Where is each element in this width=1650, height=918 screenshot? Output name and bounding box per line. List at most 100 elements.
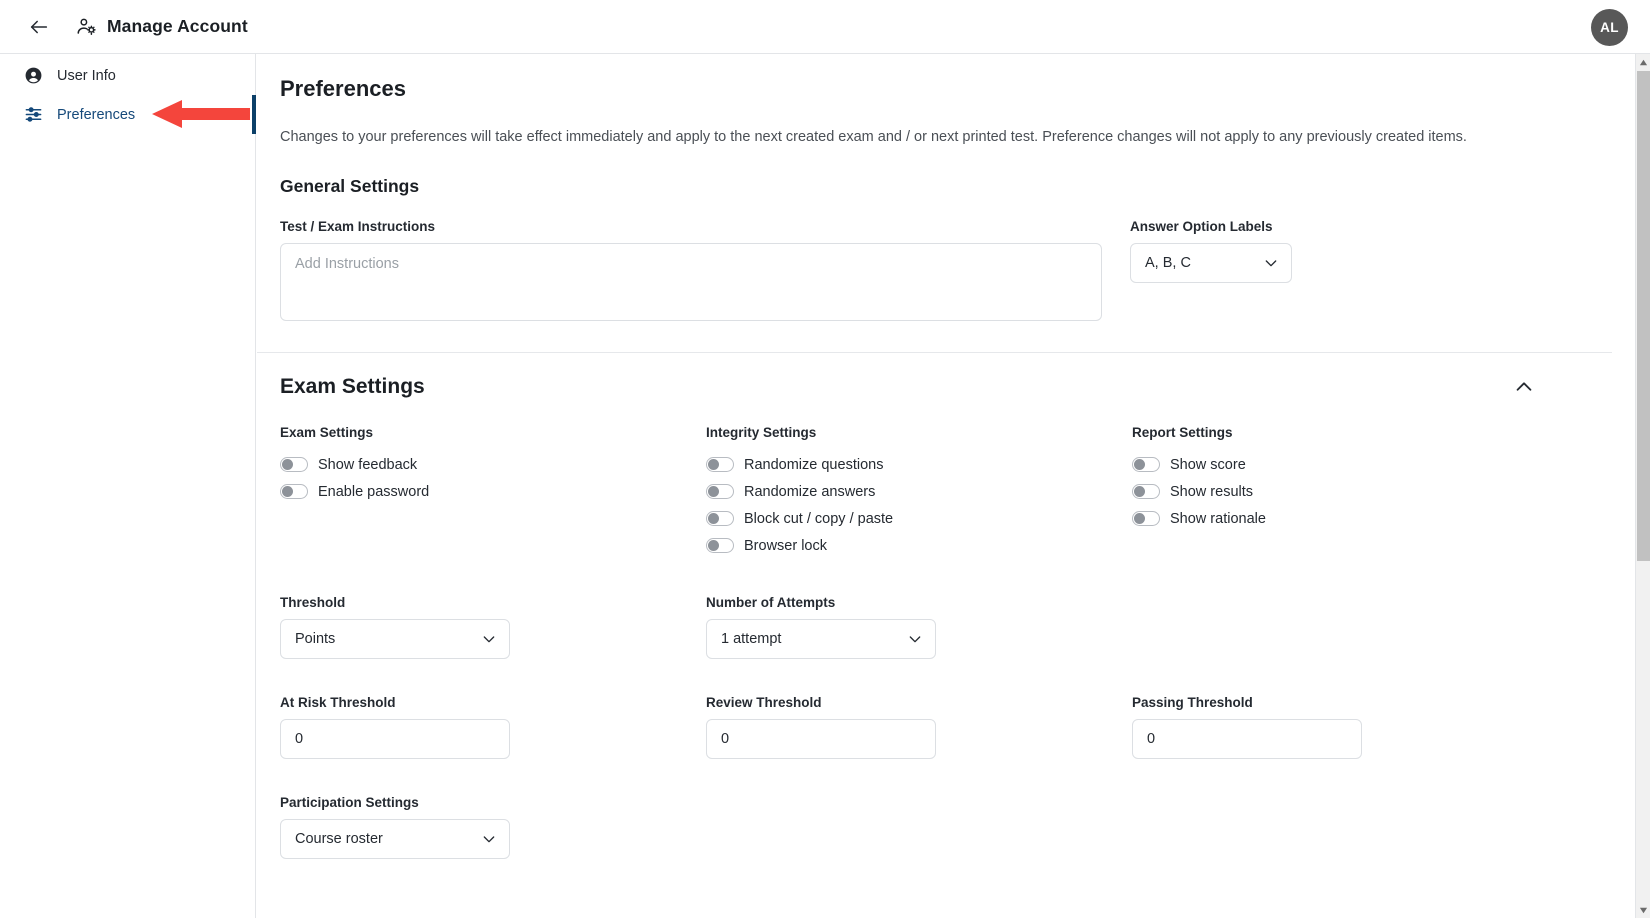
threshold-label: Threshold (280, 595, 346, 610)
toggle-label: Enable password (318, 483, 430, 500)
toggle-group-report-settings: Report Settings Show score Show results … (1132, 425, 1558, 559)
toggle-group-exam-settings: Exam Settings Show feedback Enable passw… (280, 425, 706, 559)
preferences-heading: Preferences (280, 76, 406, 101)
vertical-scrollbar[interactable] (1635, 54, 1650, 918)
toggle-block-cut-copy-paste[interactable]: Block cut / copy / paste (706, 505, 1132, 532)
toggle-label: Show feedback (318, 456, 418, 473)
toggle-label: Show rationale (1170, 510, 1266, 527)
passing-label: Passing Threshold (1132, 695, 1253, 710)
general-settings-heading: General Settings (280, 176, 420, 196)
chevron-down-icon (909, 636, 921, 643)
toggle-label: Randomize questions (744, 456, 884, 473)
toggle-group-integrity-settings: Integrity Settings Randomize questions R… (706, 425, 1132, 559)
toggle-switch[interactable] (1132, 484, 1160, 499)
toggle-randomize-answers[interactable]: Randomize answers (706, 478, 1132, 505)
group-title: Integrity Settings (706, 425, 817, 440)
toggle-switch[interactable] (706, 511, 734, 526)
review-label: Review Threshold (706, 695, 822, 710)
avatar-initials: AL (1600, 20, 1619, 35)
attempts-select[interactable]: 1 attempt (706, 619, 936, 659)
avatar[interactable]: AL (1591, 9, 1628, 46)
answer-labels-value: A, B, C (1145, 255, 1191, 271)
chevron-down-icon (1265, 260, 1277, 267)
chevron-down-icon (483, 836, 495, 843)
toggle-switch[interactable] (1132, 457, 1160, 472)
sidebar-item-label: User Info (57, 67, 116, 84)
attempts-label: Number of Attempts (706, 595, 836, 610)
toggle-show-rationale[interactable]: Show rationale (1132, 505, 1558, 532)
exam-settings-header: Exam Settings (280, 375, 1535, 399)
toggle-switch[interactable] (706, 484, 734, 499)
preferences-intro: Changes to your preferences will take ef… (280, 129, 1467, 145)
triangle-up-icon (1639, 59, 1648, 65)
exam-settings-collapse-button[interactable] (1513, 376, 1535, 398)
toggle-show-feedback[interactable]: Show feedback (280, 451, 706, 478)
at-risk-input[interactable] (280, 719, 510, 759)
toggle-groups-row: Exam Settings Show feedback Enable passw… (280, 425, 1635, 559)
answer-labels-select[interactable]: A, B, C (1130, 243, 1292, 283)
triangle-down-icon (1639, 907, 1648, 913)
review-field-group: Review Threshold (706, 695, 1132, 759)
sidebar-item-label: Preferences (57, 106, 136, 123)
participation-row: Participation Settings Course roster (280, 795, 1635, 859)
scroll-up-button[interactable] (1636, 54, 1650, 70)
general-settings-row: Test / Exam Instructions Answer Option L… (280, 219, 1635, 326)
toggle-switch[interactable] (706, 538, 734, 553)
user-circle-icon (25, 67, 42, 84)
page-title-group: Manage Account (76, 16, 248, 37)
toggle-browser-lock[interactable]: Browser lock (706, 532, 1132, 559)
sidebar-item-user-info[interactable]: User Info (0, 56, 255, 95)
passing-field-group: Passing Threshold (1132, 695, 1558, 759)
instructions-field-group: Test / Exam Instructions (280, 219, 1102, 326)
toggle-switch[interactable] (1132, 511, 1160, 526)
arrow-left-icon (30, 20, 48, 33)
exam-settings-heading: Exam Settings (280, 375, 425, 398)
manage-account-icon (77, 18, 96, 35)
instructions-label: Test / Exam Instructions (280, 219, 436, 234)
group-title: Report Settings (1132, 425, 1233, 440)
top-bar: Manage Account AL (0, 0, 1650, 54)
toggle-enable-password[interactable]: Enable password (280, 478, 706, 505)
review-input[interactable] (706, 719, 936, 759)
participation-label: Participation Settings (280, 795, 419, 810)
numeric-thresholds-row: At Risk Threshold Review Threshold Passi… (280, 695, 1635, 759)
chevron-down-icon (483, 636, 495, 643)
sliders-icon (25, 107, 42, 122)
toggle-label: Randomize answers (744, 483, 876, 500)
toggle-label: Browser lock (744, 537, 827, 554)
answer-labels-field-group: Answer Option Labels A, B, C (1130, 219, 1390, 326)
toggle-show-score[interactable]: Show score (1132, 451, 1558, 478)
sidebar: User Info Preferences (0, 54, 256, 918)
scrollbar-thumb[interactable] (1637, 71, 1650, 561)
at-risk-label: At Risk Threshold (280, 695, 396, 710)
page-title: Manage Account (107, 16, 248, 36)
passing-input[interactable] (1132, 719, 1362, 759)
threshold-value: Points (295, 631, 336, 647)
answer-labels-label: Answer Option Labels (1130, 219, 1273, 234)
threshold-field-group: Threshold Points (280, 595, 706, 659)
toggle-label: Show results (1170, 483, 1254, 500)
toggle-switch[interactable] (706, 457, 734, 472)
back-button[interactable] (24, 12, 54, 42)
chevron-up-icon (1516, 382, 1532, 391)
toggle-randomize-questions[interactable]: Randomize questions (706, 451, 1132, 478)
at-risk-field-group: At Risk Threshold (280, 695, 706, 759)
participation-select[interactable]: Course roster (280, 819, 510, 859)
toggle-label: Block cut / copy / paste (744, 510, 894, 527)
content-area: Preferences Changes to your preferences … (257, 54, 1635, 918)
scroll-down-button[interactable] (1636, 902, 1650, 918)
threshold-attempts-row: Threshold Points Number of Attempts 1 at… (280, 595, 1635, 659)
threshold-attempts-spacer (1132, 595, 1558, 659)
toggle-switch[interactable] (280, 484, 308, 499)
participation-field-group: Participation Settings Course roster (280, 795, 706, 859)
group-title: Exam Settings (280, 425, 374, 440)
attempts-field-group: Number of Attempts 1 attempt (706, 595, 1132, 659)
toggle-switch[interactable] (280, 457, 308, 472)
sidebar-item-preferences[interactable]: Preferences (0, 95, 256, 134)
instructions-input[interactable] (280, 243, 1102, 321)
participation-value: Course roster (295, 831, 383, 847)
toggle-show-results[interactable]: Show results (1132, 478, 1558, 505)
attempts-value: 1 attempt (721, 631, 782, 647)
threshold-select[interactable]: Points (280, 619, 510, 659)
toggle-label: Show score (1170, 456, 1246, 473)
